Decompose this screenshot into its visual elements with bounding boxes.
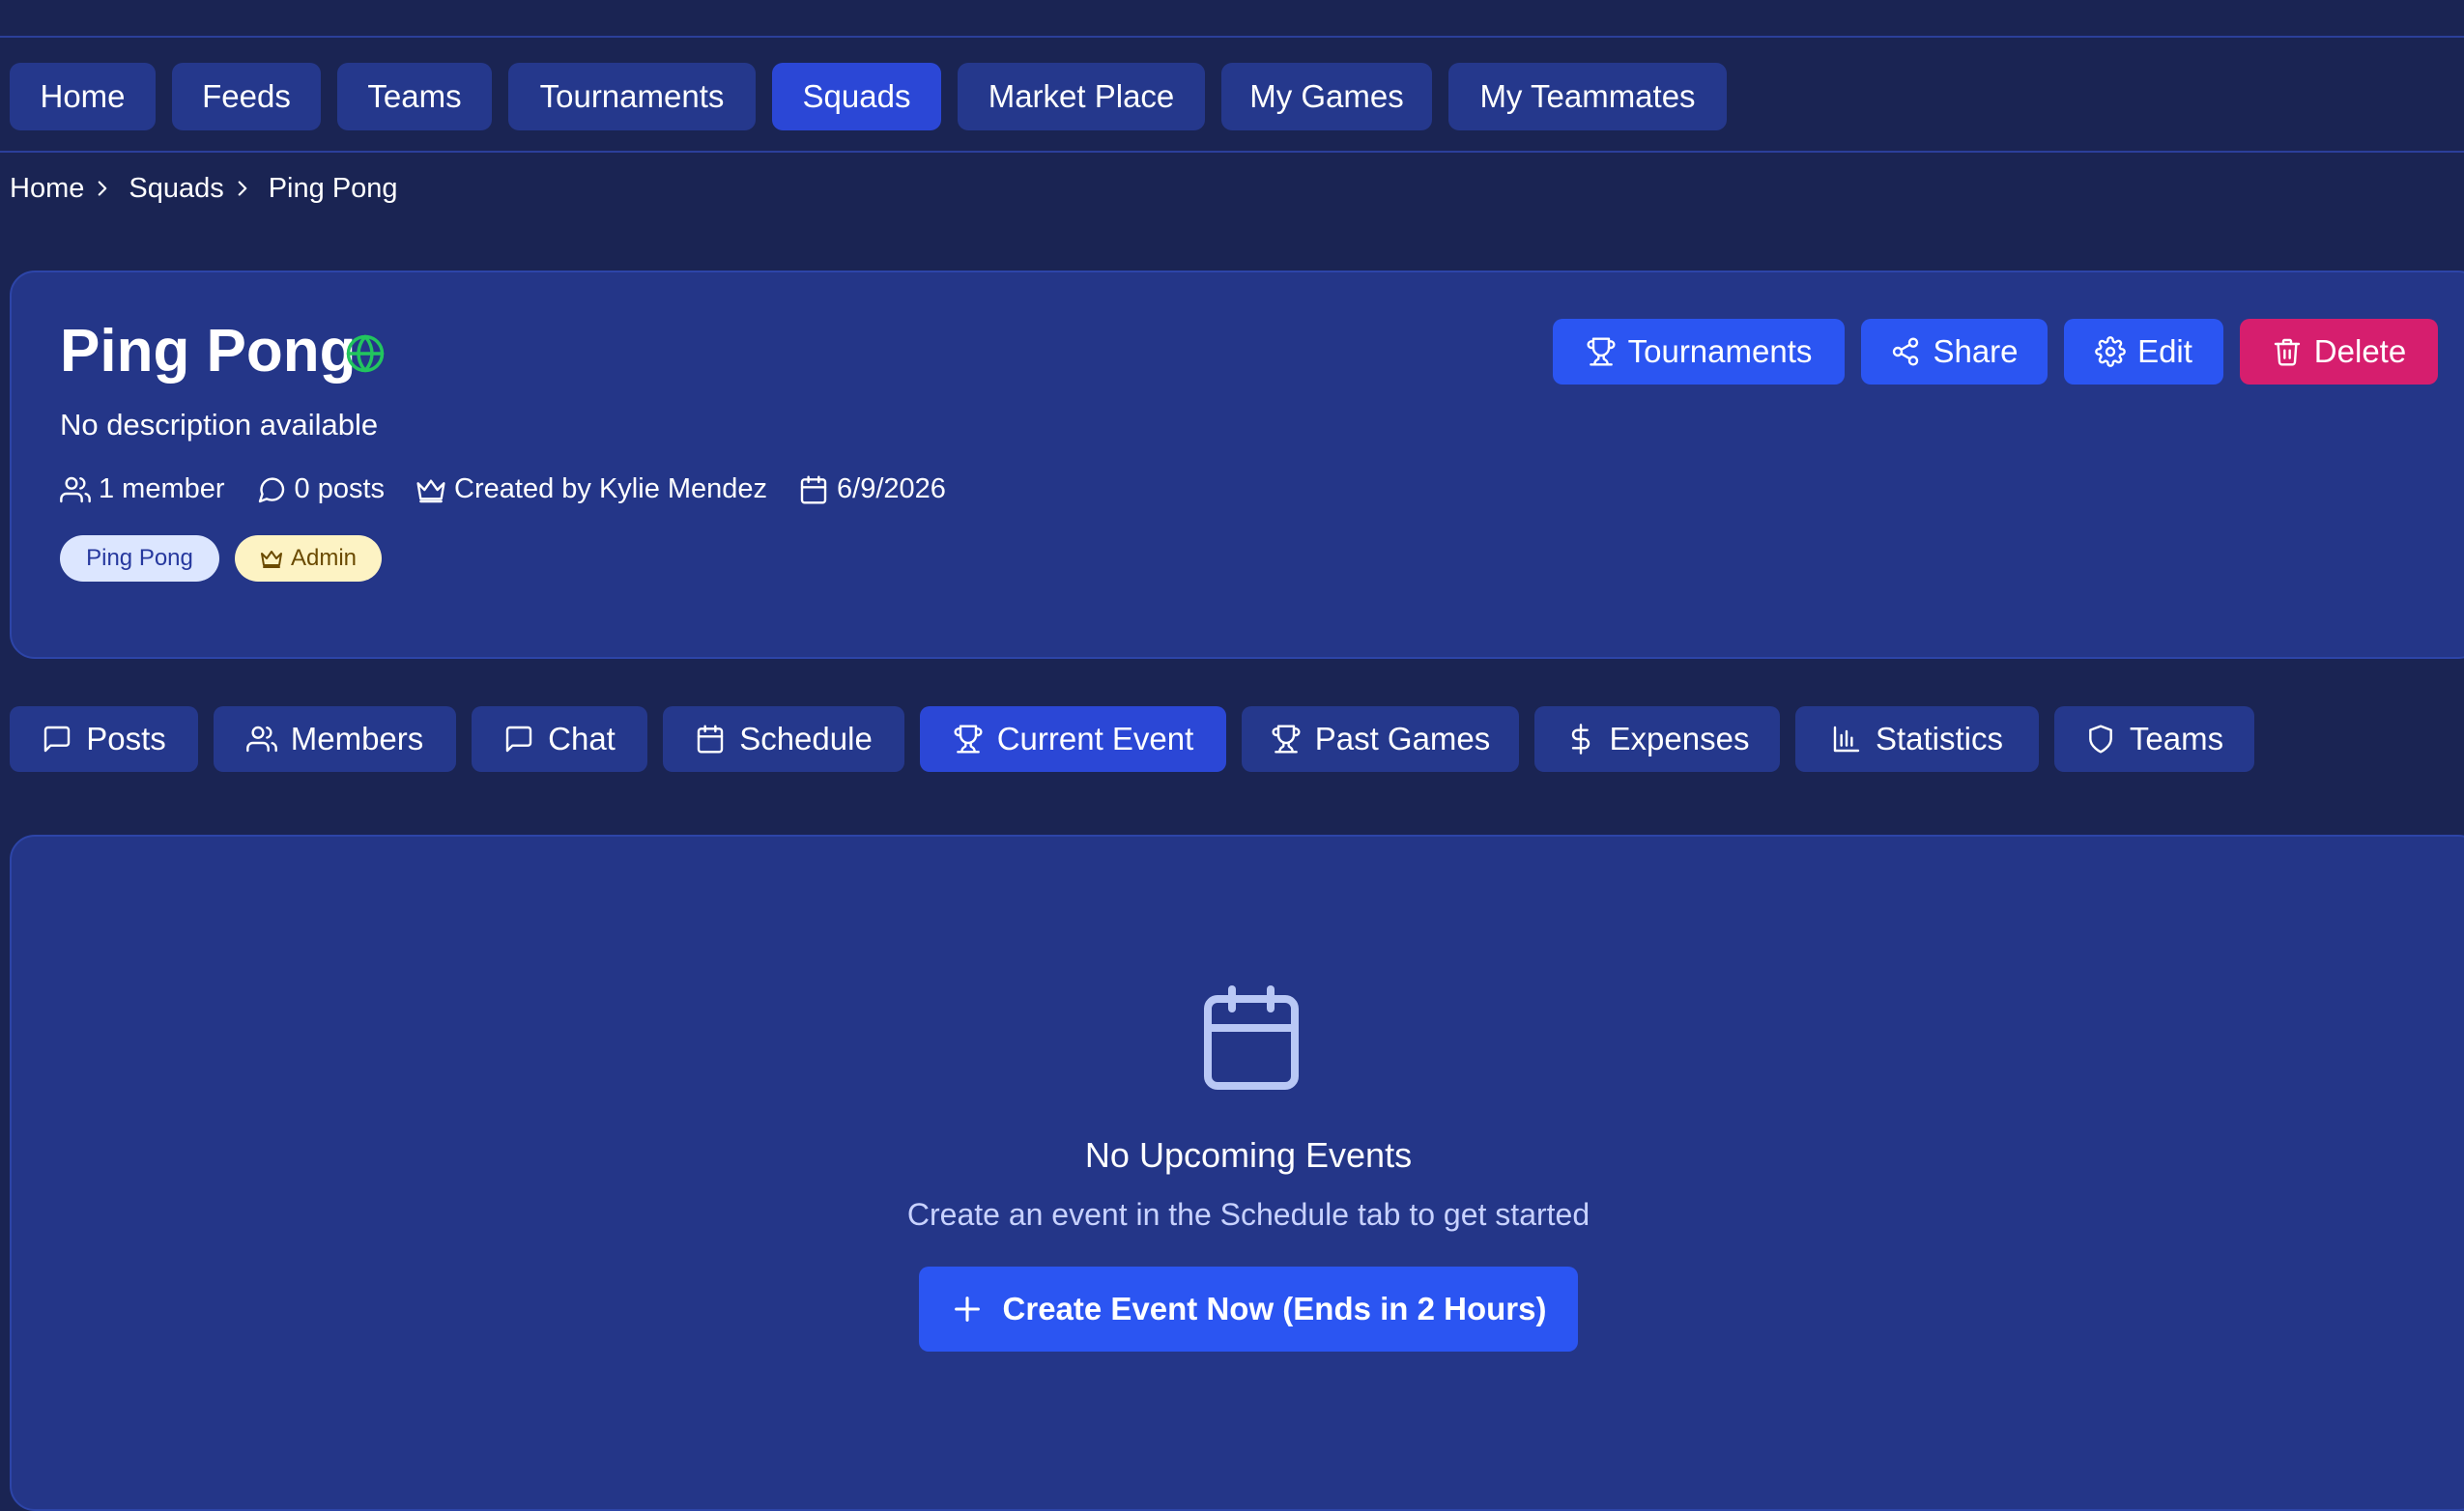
tab-schedule[interactable]: Schedule [663,706,904,772]
message-circle-icon [258,476,284,502]
shield-icon [2089,725,2112,754]
gear-icon [2095,336,2126,367]
tab-expenses[interactable]: Expenses [1534,706,1780,772]
nav-feeds[interactable]: Feeds [172,63,321,130]
tab-posts-label: Posts [86,721,166,756]
nav-market-place[interactable]: Market Place [958,63,1205,130]
nav-my-games[interactable]: My Games [1221,63,1432,130]
tab-past-games[interactable]: Past Games [1242,706,1519,772]
nav-squads[interactable]: Squads [772,63,941,130]
breadcrumb-home[interactable]: Home [10,173,84,205]
role-badge-label: Admin [290,545,358,571]
top-navigation: Home Feeds Teams Tournaments Squads Mark… [0,36,2464,153]
chevron-right-icon [238,181,247,196]
chat-icon [505,726,532,753]
tab-members-label: Members [290,721,424,756]
users-icon [245,726,277,753]
globe-icon [346,334,385,373]
breadcrumb-squads[interactable]: Squads [129,173,223,205]
trash-icon [2274,338,2300,366]
post-count-text: 0 posts [294,473,386,504]
tab-current-event-label: Current Event [996,721,1194,756]
users-icon [60,476,91,502]
tournaments-button[interactable]: Tournaments [1553,319,1845,385]
tab-teams[interactable]: Teams [2054,706,2254,772]
member-count-text: 1 member [99,473,225,504]
calendar-icon [697,725,724,754]
nav-teams[interactable]: Teams [337,63,492,130]
page-title: Ping Pong [60,318,357,385]
chevron-right-icon [99,181,107,196]
created-date: 6/9/2026 [798,473,946,505]
nav-tournaments[interactable]: Tournaments [508,63,756,130]
created-by-text: Created by Kylie Mendez [454,473,768,504]
nav-my-teammates[interactable]: My Teammates [1448,63,1727,130]
squad-description: No description available [60,408,379,442]
edit-button[interactable]: Edit [2064,319,2223,385]
bar-chart-icon [1833,726,1860,753]
tab-statistics[interactable]: Statistics [1795,706,2039,772]
nav-home[interactable]: Home [10,63,156,130]
dollar-icon [1571,724,1590,755]
delete-button-label: Delete [2313,333,2407,369]
trophy-icon [954,725,983,754]
empty-state-subtitle: Create an event in the Schedule tab to g… [906,1197,1590,1232]
tournaments-button-label: Tournaments [1627,333,1813,369]
crown-icon [416,478,445,502]
create-event-button[interactable]: Create Event Now (Ends in 2 Hours) [919,1267,1578,1352]
trophy-icon [1272,725,1301,754]
share-icon [1893,337,1919,366]
role-badge: Admin [235,535,382,582]
tab-current-event[interactable]: Current Event [920,706,1226,772]
tab-members[interactable]: Members [214,706,456,772]
squad-meta: 1 member 0 posts Created by Kylie Mendez… [60,473,977,505]
edit-button-label: Edit [2137,333,2192,369]
tab-teams-label: Teams [2129,721,2224,756]
created-date-text: 6/9/2026 [837,473,946,504]
tab-expenses-label: Expenses [1609,721,1750,756]
created-by: Created by Kylie Mendez [415,473,767,505]
delete-button[interactable]: Delete [2240,319,2438,385]
share-button-label: Share [1933,333,2019,369]
message-icon [44,726,71,753]
tab-chat[interactable]: Chat [472,706,647,772]
tab-statistics-label: Statistics [1875,721,2004,756]
create-event-button-label: Create Event Now (Ends in 2 Hours) [1002,1291,1547,1326]
trophy-icon [1587,337,1616,366]
squad-header-card: Ping Pong No description available 1 mem… [10,271,2464,659]
calendar-icon [1204,985,1299,1090]
share-button[interactable]: Share [1861,319,2048,385]
breadcrumb-current: Ping Pong [268,172,398,204]
tab-chat-label: Chat [548,721,616,756]
tab-schedule-label: Schedule [739,721,873,756]
crown-icon [260,551,282,568]
plus-icon [954,1297,980,1322]
empty-state-title: No Upcoming Events [1084,1135,1413,1175]
breadcrumb: Home Squads Ping Pong [10,172,398,205]
tab-past-games-label: Past Games [1314,721,1491,756]
tab-posts[interactable]: Posts [10,706,198,772]
current-event-panel: No Upcoming Events Create an event in th… [10,835,2464,1511]
calendar-icon [800,474,827,504]
post-count: 0 posts [256,473,386,505]
member-count: 1 member [60,473,225,505]
sport-badge: Ping Pong [60,535,219,582]
